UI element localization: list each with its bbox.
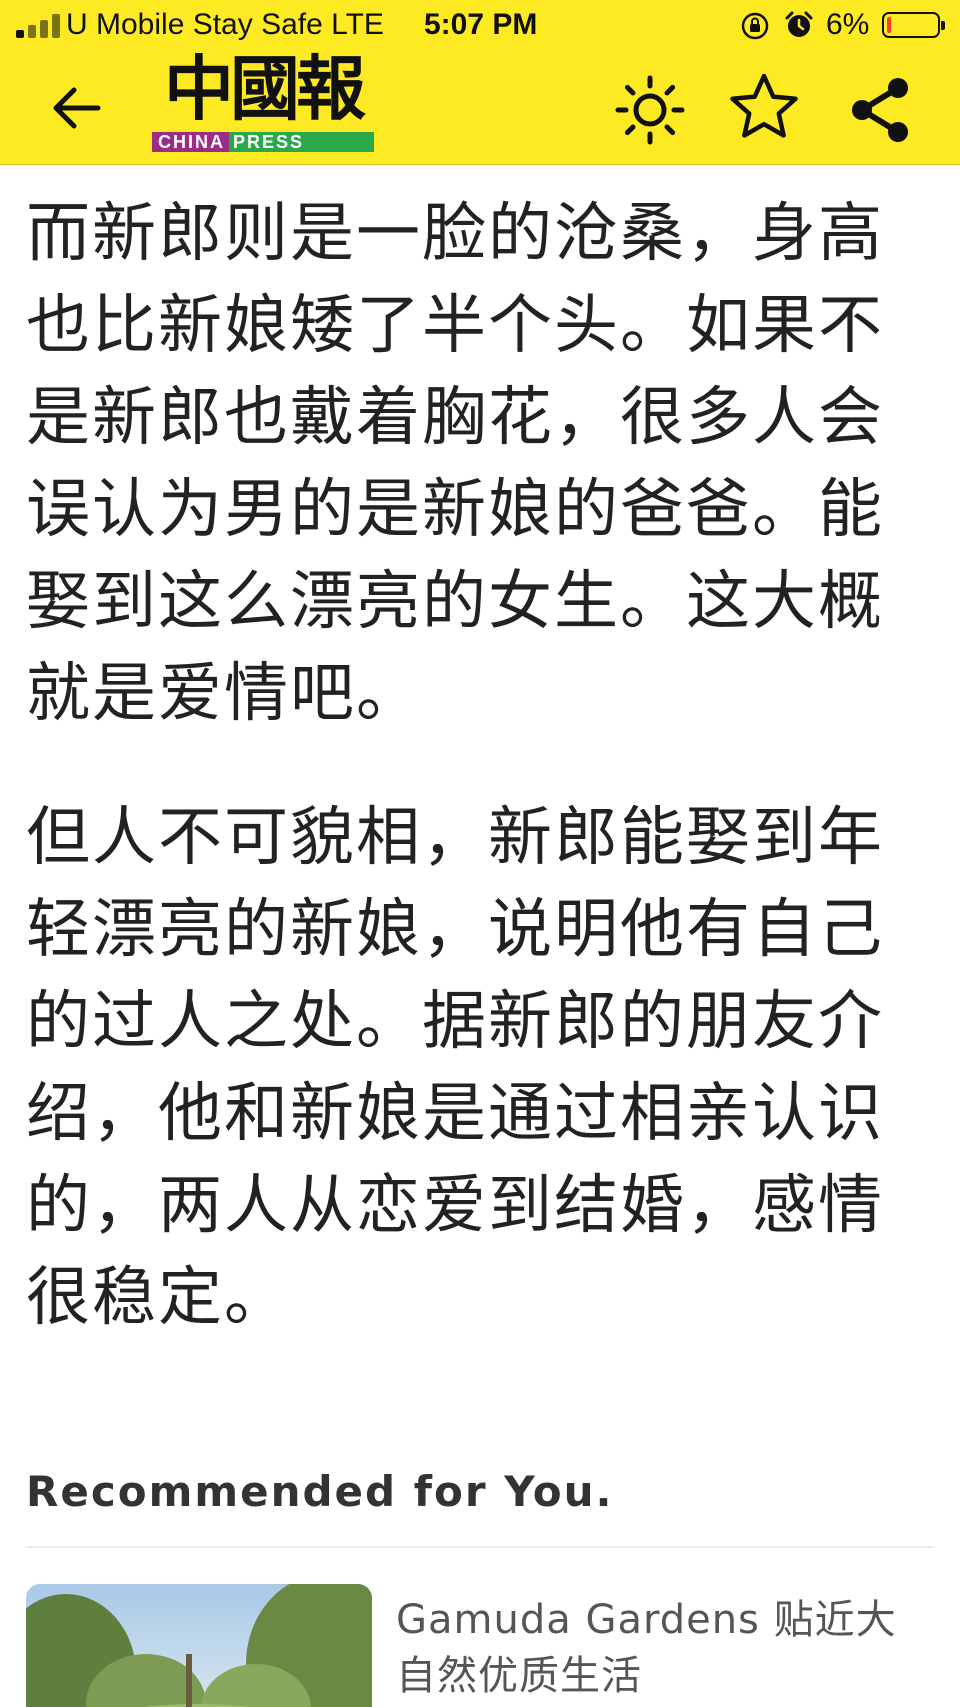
- battery-percentage: 6%: [826, 8, 870, 41]
- china-press-logo: 中國報 CHINA PRESS: [150, 52, 376, 156]
- status-time: 5:07 PM: [424, 8, 538, 41]
- logo-band: CHINA PRESS: [152, 132, 374, 152]
- carrier-name: U Mobile Stay Safe LTE: [66, 8, 384, 41]
- logo-sub-china: CHINA: [152, 132, 229, 152]
- brightness-icon: [615, 75, 685, 145]
- star-icon: [730, 73, 798, 138]
- alarm-icon: [784, 10, 814, 40]
- screen: U Mobile Stay Safe LTE 5:07 PM 6% 中國報 CH…: [0, 0, 960, 1707]
- divider: [26, 1546, 934, 1548]
- logo-sub-press: PRESS: [229, 132, 374, 152]
- back-button[interactable]: [48, 80, 106, 136]
- orientation-lock-icon: [740, 11, 770, 41]
- back-arrow-icon: [53, 87, 101, 129]
- recommended-thumbnail: [26, 1584, 372, 1707]
- share-button[interactable]: [842, 72, 918, 148]
- recommended-item[interactable]: Gamuda Gardens 贴近大自然优质生活: [26, 1584, 934, 1707]
- recommended-heading: Recommended for You.: [26, 1467, 614, 1516]
- status-bar: U Mobile Stay Safe LTE 5:07 PM 6%: [0, 0, 960, 52]
- signal-icon: [16, 14, 62, 38]
- article-paragraph: 而新郎则是一脸的沧桑，身高也比新娘矮了半个头。如果不是新郎也戴着胸花，很多人会误…: [26, 197, 884, 731]
- article-paragraph: 但人不可貌相，新郎能娶到年轻漂亮的新娘，说明他有自己的过人之处。据新郎的朋友介绍…: [26, 801, 884, 1335]
- share-icon: [852, 78, 908, 142]
- app-bar: 中國報 CHINA PRESS: [0, 52, 960, 164]
- bookmark-star-button[interactable]: [726, 70, 802, 146]
- battery-level-fill: [887, 17, 891, 33]
- article-body: 而新郎则是一脸的沧桑，身高也比新娘矮了半个头。如果不是新郎也戴着胸花，很多人会误…: [26, 188, 926, 1396]
- battery-icon: [882, 12, 945, 38]
- logo-title: 中國報: [164, 47, 366, 130]
- brightness-button[interactable]: [612, 72, 688, 148]
- header: U Mobile Stay Safe LTE 5:07 PM 6% 中國報 CH…: [0, 0, 960, 165]
- recommended-item-title: Gamuda Gardens 贴近大自然优质生活: [396, 1597, 897, 1699]
